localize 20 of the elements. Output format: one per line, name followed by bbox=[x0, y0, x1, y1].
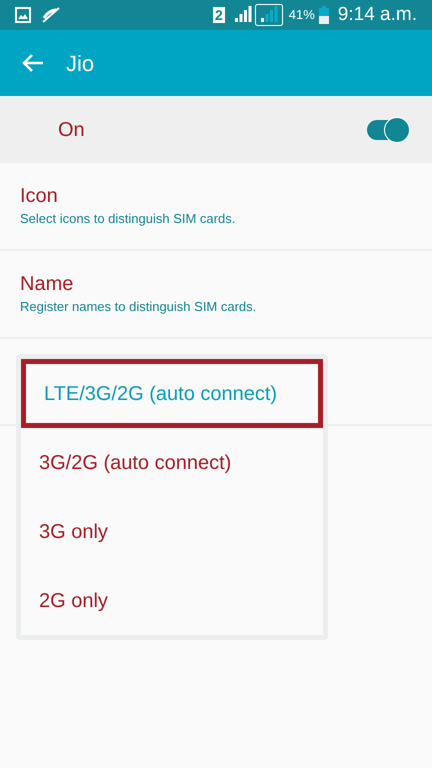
menu-option[interactable]: 3G/2G (auto connect) bbox=[21, 428, 323, 497]
switch-label: On bbox=[58, 118, 86, 142]
back-arrow-icon[interactable] bbox=[22, 53, 44, 73]
setting-title: Name bbox=[20, 272, 74, 298]
setting-title: Icon bbox=[20, 184, 59, 210]
setting-subtitle: Register names to distinguish SIM cards. bbox=[20, 298, 258, 316]
battery-percent: 41% bbox=[288, 6, 315, 24]
signal-icon bbox=[254, 4, 283, 26]
menu-option[interactable]: 2G only bbox=[21, 566, 323, 635]
toggle-switch[interactable] bbox=[366, 116, 410, 144]
settings-item[interactable]: Name Register names to distinguish SIM cards. bbox=[0, 251, 432, 339]
menu-option[interactable]: 3G only bbox=[21, 497, 323, 566]
clock-time: 9:14 a.m. bbox=[338, 2, 417, 27]
battery-icon bbox=[318, 6, 329, 24]
app-bar-title: Jio bbox=[66, 50, 94, 78]
image-icon bbox=[15, 7, 31, 23]
sim-indicator: 2 bbox=[212, 7, 225, 23]
muted-sync-icon bbox=[41, 6, 61, 24]
setting-subtitle: Select icons to distinguish SIM cards. bbox=[20, 210, 236, 228]
settings-item[interactable]: Icon Select icons to distinguish SIM cards. bbox=[0, 163, 432, 251]
